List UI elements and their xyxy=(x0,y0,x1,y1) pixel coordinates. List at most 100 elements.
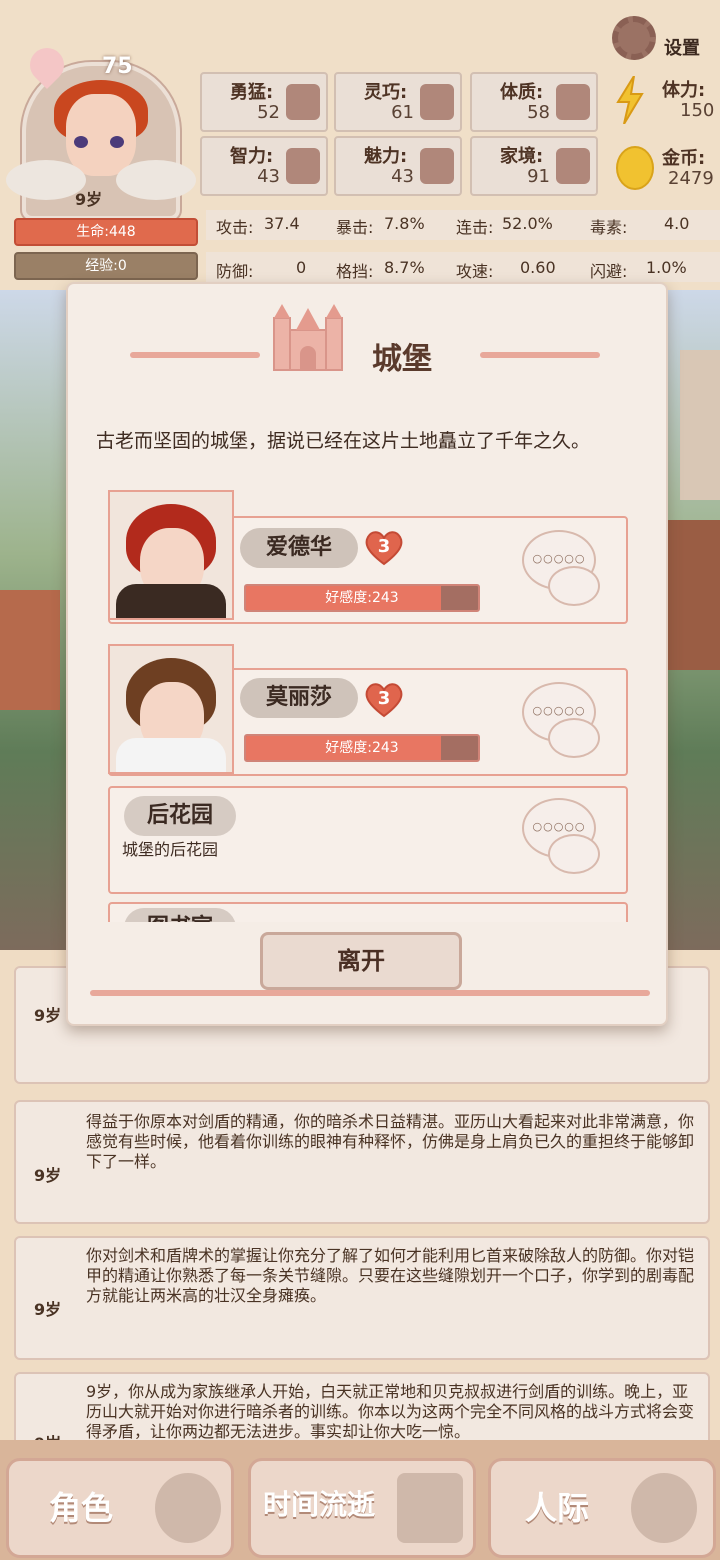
cloak-icon xyxy=(420,84,454,120)
title-ornament-right xyxy=(480,352,600,358)
nav-time-button[interactable]: 时间流逝 xyxy=(248,1458,476,1558)
attr-value: 43 xyxy=(257,166,280,187)
avatar-eye xyxy=(74,136,88,148)
dialog-title: 城堡 xyxy=(372,342,432,377)
brain-icon xyxy=(286,148,320,184)
fist-icon xyxy=(286,84,320,120)
combat-attack-value: 37.4 xyxy=(264,214,300,233)
affinity-label: 好感度:243 xyxy=(325,590,399,606)
chat-bubble-tail xyxy=(548,718,600,758)
stamina-icon xyxy=(616,76,644,124)
log-text: 你对剑术和盾牌术的掌握让你充分了解了如何才能利用匕首来破除敌人的防御。你对铠甲的… xyxy=(86,1246,695,1305)
combat-poison-value: 4.0 xyxy=(664,214,690,233)
combat-speed-value: 0.60 xyxy=(520,258,556,277)
attr-family[interactable]: 家境: 91 xyxy=(470,136,598,196)
log-entry: 9岁 你对剑术和盾牌术的掌握让你充分了解了如何才能利用匕首来破除敌人的防御。你对… xyxy=(14,1236,710,1360)
partial-card-clip: 图书室 xyxy=(108,902,628,922)
character-name: 爱德华 xyxy=(240,528,358,568)
gold-value: 2479 xyxy=(668,168,714,189)
log-age: 9岁 xyxy=(34,1166,62,1185)
avatar-eye xyxy=(110,136,124,148)
character-portrait[interactable] xyxy=(108,490,234,620)
title-ornament-left xyxy=(130,352,260,358)
combat-block-value: 8.7% xyxy=(384,258,425,277)
attr-value: 61 xyxy=(391,102,414,123)
player-level: 75 xyxy=(102,54,133,79)
log-entry: 9岁 得益于你原本对剑盾的精通，你的暗杀术日益精湛。亚历山大看起来对此非常满意，… xyxy=(14,1100,710,1224)
character-name: 莫丽莎 xyxy=(240,678,358,718)
combat-combo-value: 52.0% xyxy=(502,214,553,233)
attr-courage[interactable]: 勇猛: 52 xyxy=(200,72,328,132)
attr-agility[interactable]: 灵巧: 61 xyxy=(334,72,462,132)
portrait-body xyxy=(116,738,226,772)
gear-icon[interactable] xyxy=(612,16,656,60)
leave-button[interactable]: 离开 xyxy=(260,932,462,990)
attr-constitution[interactable]: 体质: 58 xyxy=(470,72,598,132)
left-wing-ornament xyxy=(6,160,86,200)
location-name: 图书室 xyxy=(124,908,236,922)
muscle-icon xyxy=(556,84,590,120)
avatar-face xyxy=(66,94,136,176)
location-description: 城堡的后花园 xyxy=(122,840,219,859)
tower-scenery xyxy=(680,350,720,500)
attr-value: 52 xyxy=(257,102,280,123)
location-name: 后花园 xyxy=(124,796,236,836)
combat-attack-label: 攻击: xyxy=(216,218,254,237)
hp-bar: 生命:448 xyxy=(14,218,198,246)
combat-block-label: 格挡: xyxy=(336,262,374,281)
attr-intelligence[interactable]: 智力: 43 xyxy=(200,136,328,196)
nav-label: 角色 xyxy=(49,1489,114,1527)
nav-character-button[interactable]: 角色 xyxy=(6,1458,234,1558)
portrait-body xyxy=(116,584,226,618)
right-wing-ornament xyxy=(116,160,196,200)
character-icon xyxy=(155,1473,221,1543)
nav-label: 人际 xyxy=(525,1489,590,1527)
character-portrait[interactable] xyxy=(108,644,234,774)
attr-value: 43 xyxy=(391,166,414,187)
chat-bubble-tail xyxy=(548,566,600,606)
combat-crit-label: 暴击: xyxy=(336,218,374,237)
affinity-bar: 好感度:243 xyxy=(244,734,480,762)
nav-social-button[interactable]: 人际 xyxy=(488,1458,716,1558)
tulip-icon xyxy=(420,148,454,184)
attr-label: 家境: xyxy=(500,146,544,167)
people-icon xyxy=(631,1473,697,1543)
attr-charm[interactable]: 魅力: 43 xyxy=(334,136,462,196)
attr-value: 91 xyxy=(527,166,550,187)
settings-button[interactable]: 设置 xyxy=(664,34,700,60)
dialog-description: 古老而坚固的城堡，据说已经在这片土地矗立了千年之久。 xyxy=(96,430,591,452)
chat-bubble-tail xyxy=(548,834,600,874)
combat-defense-value: 0 xyxy=(296,258,307,277)
log-text: 得益于你原本对剑盾的精通，你的暗杀术日益精湛。亚历山大看起来对此非常满意，你感觉… xyxy=(86,1112,695,1171)
exp-bar: 经验:0 xyxy=(14,252,198,280)
bottom-ribbon-ornament xyxy=(90,990,650,996)
gold-coin-icon xyxy=(616,146,654,190)
combat-dodge-value: 1.0% xyxy=(646,258,687,277)
affinity-bar: 好感度:243 xyxy=(244,584,480,612)
attr-label: 魅力: xyxy=(364,146,408,167)
heart-level: 3 xyxy=(377,536,391,557)
log-age: 9岁 xyxy=(34,1006,62,1025)
combat-dodge-label: 闪避: xyxy=(590,262,628,281)
roof-scenery xyxy=(0,590,60,710)
attr-label: 体质: xyxy=(500,82,544,103)
nav-label: 时间流逝 xyxy=(263,1488,376,1521)
stamina-label: 体力: xyxy=(662,80,706,101)
attr-label: 勇猛: xyxy=(230,82,274,103)
castle-icon xyxy=(273,304,343,371)
log-age: 9岁 xyxy=(34,1300,62,1319)
hourglass-icon xyxy=(397,1473,463,1543)
player-age: 9岁 xyxy=(75,190,103,209)
attr-label: 灵巧: xyxy=(364,82,408,103)
house-icon xyxy=(556,148,590,184)
stamina-value: 150 xyxy=(680,100,715,121)
combat-speed-label: 攻速: xyxy=(456,262,494,281)
affinity-label: 好感度:243 xyxy=(325,740,399,756)
combat-combo-label: 连击: xyxy=(456,218,494,237)
combat-poison-label: 毒素: xyxy=(590,218,628,237)
combat-crit-value: 7.8% xyxy=(384,214,425,233)
log-text: 9岁，你从成为家族继承人开始，白天就正常地和贝克叔叔进行剑盾的训练。晚上，亚历山… xyxy=(86,1382,695,1441)
gold-label: 金币: xyxy=(662,148,706,169)
attr-value: 58 xyxy=(527,102,550,123)
attr-label: 智力: xyxy=(230,146,274,167)
